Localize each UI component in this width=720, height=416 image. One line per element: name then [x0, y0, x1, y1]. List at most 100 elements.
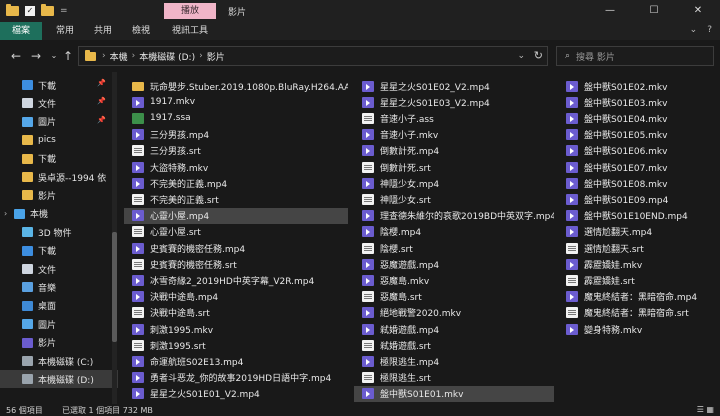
file-item[interactable]: 盤中獸S01E01.mkv	[354, 385, 554, 402]
file-item[interactable]: 刺激1995.mkv	[124, 321, 348, 337]
file-item[interactable]: 盤中獸S01E02.mkv	[558, 78, 718, 94]
file-item[interactable]: 陰櫻.srt	[354, 240, 554, 256]
sidebar-item[interactable]: 文件 📌	[0, 94, 118, 112]
sidebar-item[interactable]: 下載	[0, 242, 118, 260]
file-item[interactable]: 音速小子.ass	[354, 110, 554, 126]
file-item[interactable]: 三分男孩.srt	[124, 143, 348, 159]
file-item[interactable]: 星星之火S01E01_V2.mp4	[124, 386, 348, 402]
file-item[interactable]: 惡魔島.mkv	[354, 272, 554, 288]
file-item[interactable]: 盤中獸S01E10END.mp4	[558, 208, 718, 224]
breadcrumb-separator-icon[interactable]: ›	[132, 51, 136, 61]
breadcrumb-separator-icon[interactable]: ›	[199, 51, 203, 61]
file-item[interactable]: 1917.mkv	[124, 94, 348, 110]
file-item[interactable]: 極限逃生.srt	[354, 370, 554, 386]
sidebar-item[interactable]: 音樂	[0, 278, 118, 296]
file-item[interactable]: 弒婚遊戲.srt	[354, 337, 554, 353]
breadcrumb-videos[interactable]: 影片	[207, 50, 225, 63]
file-item[interactable]: 決戰中途島.srt	[124, 305, 348, 321]
scrollbar-thumb[interactable]	[112, 232, 117, 342]
file-item[interactable]: 玩命嬰步.Stuber.2019.1080p.BluRay.H264.AAC	[124, 78, 348, 94]
expand-ribbon-chevron-icon[interactable]: ⌄	[690, 25, 698, 35]
file-item[interactable]: 魔鬼終結者：黑暗宿命.mp4	[558, 289, 718, 305]
properties-icon[interactable]: ✓	[25, 6, 35, 16]
maximize-button[interactable]: ☐	[632, 0, 676, 22]
file-item[interactable]: 倒數計死.mp4	[354, 143, 554, 159]
file-item[interactable]: 決戰中途島.mp4	[124, 289, 348, 305]
sidebar-item[interactable]: 本機磁碟 (D:)	[0, 370, 118, 389]
file-item[interactable]: 神隱少女.mp4	[354, 175, 554, 191]
file-item[interactable]: 命運航班S02E13.mp4	[124, 353, 348, 369]
file-item[interactable]: 盤中獸S01E07.mkv	[558, 159, 718, 175]
sidebar-item[interactable]: 本機磁碟 (C:)	[0, 352, 118, 370]
file-item[interactable]: 盤中獸S01E04.mkv	[558, 110, 718, 126]
forward-arrow-icon[interactable]: →	[28, 48, 44, 64]
file-item[interactable]: 不完美的正義.mp4	[124, 175, 348, 191]
sidebar-item[interactable]: 吳卓源--1994 依	[0, 168, 118, 186]
sidebar-item[interactable]: › 本機	[0, 205, 118, 223]
file-item[interactable]: 冰雪奇緣2_2019HD中英字幕_V2R.mp4	[124, 272, 348, 288]
file-item[interactable]: 惡魔島.srt	[354, 289, 554, 305]
tab-video-tools[interactable]: 視訊工具	[164, 22, 216, 40]
sidebar-item[interactable]: 影片	[0, 186, 118, 204]
file-item[interactable]: 星星之火S01E02_V2.mp4	[354, 78, 554, 94]
file-item[interactable]: 史賓賽的機密任務.srt	[124, 256, 348, 272]
file-item[interactable]: 盤中獸S01E05.mkv	[558, 127, 718, 143]
sidebar-item[interactable]: pics	[0, 131, 118, 149]
file-item[interactable]: 勇者斗恶龙_你的故事2019HD日語中字.mp4	[124, 370, 348, 386]
sidebar-item[interactable]: 圖片 📌	[0, 113, 118, 131]
file-item[interactable]: 心靈小屋.mp4	[124, 207, 348, 224]
view-mode-buttons[interactable]: ☰ ▦	[697, 405, 714, 414]
file-item[interactable]: 盤中獸S01E06.mkv	[558, 143, 718, 159]
nav-pane-scrollbar[interactable]	[112, 72, 117, 404]
file-item[interactable]: 絕地戰警2020.mkv	[354, 305, 554, 321]
close-button[interactable]: ✕	[676, 0, 720, 22]
breadcrumb-this-pc[interactable]: 本機	[110, 50, 128, 63]
address-history-chevron-icon[interactable]: ⌄	[517, 51, 525, 61]
tab-file[interactable]: 檔案	[0, 22, 42, 40]
sidebar-item[interactable]: 影片	[0, 334, 118, 352]
file-item[interactable]: 1917.ssa	[124, 110, 348, 126]
sidebar-item[interactable]: 下載 📌	[0, 76, 118, 94]
new-folder-icon[interactable]	[41, 4, 54, 16]
up-arrow-icon[interactable]: ↑	[60, 48, 76, 64]
file-item[interactable]: 極限逃生.mp4	[354, 353, 554, 369]
search-box[interactable]: ⌕ 搜尋 影片	[556, 46, 714, 66]
expand-chevron-icon[interactable]: ›	[4, 209, 14, 218]
customize-qa-chevron-icon[interactable]: =	[60, 6, 72, 16]
tab-view[interactable]: 檢視	[122, 22, 160, 40]
address-bar[interactable]: › 本機 › 本機磁碟 (D:) › 影片 ⌄ ↻	[78, 46, 548, 66]
file-item[interactable]: 盤中獸S01E09.mp4	[558, 191, 718, 207]
sidebar-item[interactable]: 圖片	[0, 315, 118, 333]
file-item[interactable]: 變身特務.mkv	[558, 321, 718, 337]
back-arrow-icon[interactable]: ←	[8, 48, 24, 64]
sidebar-item[interactable]: 桌面	[0, 297, 118, 315]
file-item[interactable]: 惡魔遊戲.mp4	[354, 256, 554, 272]
sidebar-item[interactable]: 下載	[0, 150, 118, 168]
help-button[interactable]: ?	[707, 25, 712, 35]
context-tab-play[interactable]: 播放	[164, 3, 216, 19]
minimize-button[interactable]: —	[588, 0, 632, 22]
file-item[interactable]: 大盜特務.mkv	[124, 159, 348, 175]
sidebar-item[interactable]: 3D 物件	[0, 223, 118, 241]
file-item[interactable]: 弒婚遊戲.mp4	[354, 321, 554, 337]
file-item[interactable]: 心靈小屋.srt	[124, 224, 348, 240]
file-item[interactable]: 盤中獸S01E08.mkv	[558, 175, 718, 191]
file-item[interactable]: 星星之火S01E03_V2.mp4	[354, 94, 554, 110]
breadcrumb-drive-d[interactable]: 本機磁碟 (D:)	[139, 50, 195, 63]
file-item[interactable]: 盤中獸S01E03.mkv	[558, 94, 718, 110]
tab-share[interactable]: 共用	[84, 22, 122, 40]
file-item[interactable]: 三分男孩.mp4	[124, 127, 348, 143]
sidebar-item[interactable]: 文件	[0, 260, 118, 278]
file-item[interactable]: 不完美的正義.srt	[124, 191, 348, 207]
file-item[interactable]: 霹靂嬌娃.srt	[558, 272, 718, 288]
file-item[interactable]: 音速小子.mkv	[354, 127, 554, 143]
file-item[interactable]: 神隱少女.srt	[354, 191, 554, 207]
file-item[interactable]: 陰櫻.mp4	[354, 224, 554, 240]
file-item[interactable]: 刺激1995.srt	[124, 337, 348, 353]
file-item[interactable]: 理查德朱維尔的哀歌2019BD中英双字.mp4	[354, 208, 554, 224]
file-item[interactable]: 史賓賽的機密任務.mp4	[124, 240, 348, 256]
file-item[interactable]: 霹靂嬌娃.mkv	[558, 256, 718, 272]
file-item[interactable]: 魔鬼終結者：黑暗宿命.srt	[558, 305, 718, 321]
file-item[interactable]: 選情尬翻天.mp4	[558, 224, 718, 240]
file-item[interactable]: 選情尬翻天.srt	[558, 240, 718, 256]
